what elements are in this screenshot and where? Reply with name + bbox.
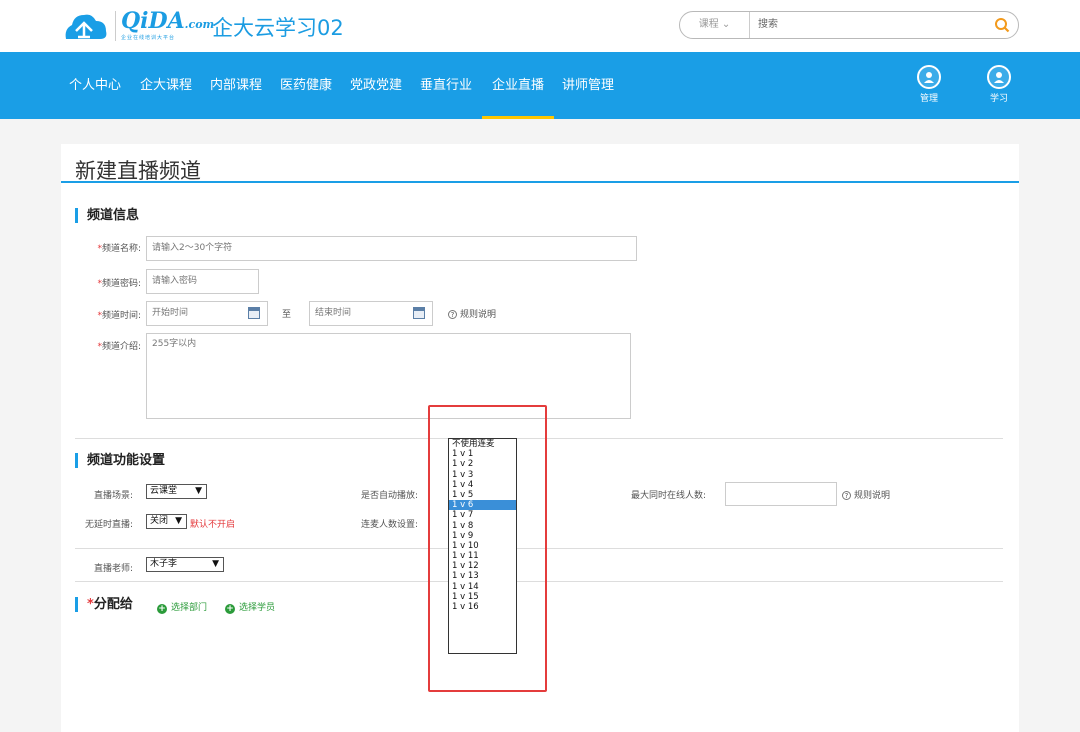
section-assign: *分配给 <box>75 597 133 612</box>
scene-select[interactable]: 云课堂 ▼ <box>146 484 207 499</box>
search-input[interactable]: 搜索 <box>758 12 778 38</box>
autoplay-label: 是否自动播放: <box>361 491 419 501</box>
highlight-box <box>428 405 547 692</box>
channel-name-label-text: 频道名称: <box>101 244 141 254</box>
teacher-value: 木子李 <box>150 559 178 569</box>
nav-item-lecturers[interactable]: 讲师管理 <box>562 52 614 119</box>
select-member-label: 选择学员 <box>239 603 276 613</box>
nav-item-health[interactable]: 医药健康 <box>280 52 332 119</box>
max-online-label: 最大同时在线人数: <box>631 491 707 501</box>
channel-password-label: *频道密码: <box>97 279 141 289</box>
max-online-rule-link[interactable]: ? 规则说明 <box>842 488 890 501</box>
brand-suffix: .com <box>184 18 215 31</box>
time-rule-link[interactable]: ? 规则说明 <box>448 307 496 320</box>
nav-item-live[interactable]: 企业直播 <box>481 52 555 119</box>
nav-item-party[interactable]: 党政党建 <box>350 52 402 119</box>
nav-item-industry[interactable]: 垂直行业 <box>420 52 472 119</box>
question-icon: ? <box>448 310 457 319</box>
nodelay-value: 关闭 <box>150 516 169 526</box>
max-online-rule-text: 规则说明 <box>854 491 891 501</box>
scene-value: 云课堂 <box>150 486 178 496</box>
start-time-input[interactable]: 开始时间 <box>146 301 268 326</box>
brand-tagline: 企业在线培训大平台 <box>121 35 176 41</box>
brand-wordmark: QiDA.com <box>121 8 214 34</box>
channel-name-label: *频道名称: <box>97 244 141 254</box>
select-department-label: 选择部门 <box>171 603 208 613</box>
assign-heading-text: 分配给 <box>93 597 133 612</box>
brand-text: QiDA <box>121 8 185 34</box>
start-time-placeholder: 开始时间 <box>152 308 189 318</box>
admin-icon <box>917 65 941 89</box>
teacher-select[interactable]: 木子李 ▼ <box>146 557 224 572</box>
plus-icon: + <box>225 604 235 614</box>
mic-count-label: 连麦人数设置: <box>361 520 419 530</box>
nodelay-note: 默认不开启 <box>190 520 236 530</box>
section-channel-info: 频道信息 <box>75 208 139 223</box>
question-icon: ? <box>842 491 851 500</box>
channel-intro-textarea[interactable]: 255字以内 <box>146 333 631 419</box>
teacher-label: 直播老师: <box>93 564 133 574</box>
search-bar: 课程 ⌄ 搜索 <box>679 11 1019 39</box>
select-department-button[interactable]: + 选择部门 <box>157 600 207 614</box>
main-nav: 个人中心 企大课程 内部课程 医药健康 党政党建 垂直行业 企业直播 讲师管理 … <box>0 52 1080 119</box>
search-category-label: 课程 <box>698 19 719 30</box>
user-icon <box>987 65 1011 89</box>
channel-time-label-text: 频道时间: <box>101 311 141 321</box>
calendar-icon[interactable] <box>413 307 425 319</box>
nav-item-personal[interactable]: 个人中心 <box>69 52 121 119</box>
channel-time-label: *频道时间: <box>97 311 141 321</box>
nodelay-select[interactable]: 关闭 ▼ <box>146 514 187 529</box>
site-title: 企大云学习02 <box>212 16 344 40</box>
channel-password-label-text: 频道密码: <box>101 279 141 289</box>
logo-separator <box>115 11 116 41</box>
learn-label: 学习 <box>989 94 1008 104</box>
search-icon[interactable] <box>994 17 1010 33</box>
title-divider <box>61 181 1019 183</box>
channel-password-input[interactable]: 请输入密码 <box>146 269 259 294</box>
time-rule-text: 规则说明 <box>460 310 497 320</box>
plus-icon: + <box>157 604 167 614</box>
end-time-placeholder: 结束时间 <box>315 308 352 318</box>
time-to-label: 至 <box>282 310 292 320</box>
nav-item-internal-courses[interactable]: 内部课程 <box>210 52 262 119</box>
admin-button[interactable]: 管理 <box>912 65 946 104</box>
channel-intro-label: *频道介绍: <box>97 342 141 352</box>
learn-button[interactable]: 学习 <box>982 65 1016 104</box>
nav-item-qida-courses[interactable]: 企大课程 <box>140 52 192 119</box>
chevron-down-icon: ▼ <box>195 486 202 496</box>
calendar-icon[interactable] <box>248 307 260 319</box>
search-category-select[interactable]: 课程 ⌄ <box>680 12 750 38</box>
channel-intro-label-text: 频道介绍: <box>101 342 141 352</box>
qida-logo-icon[interactable] <box>62 9 110 43</box>
select-member-button[interactable]: + 选择学员 <box>225 600 275 614</box>
top-header: QiDA.com 企业在线培训大平台 企大云学习02 课程 ⌄ 搜索 <box>0 0 1080 52</box>
chevron-down-icon: ▼ <box>212 559 219 569</box>
scene-label: 直播场景: <box>93 491 133 501</box>
max-online-input[interactable] <box>725 482 837 506</box>
channel-name-input[interactable]: 请输入2～30个字符 <box>146 236 637 261</box>
chevron-down-icon: ▼ <box>175 516 182 526</box>
end-time-input[interactable]: 结束时间 <box>309 301 433 326</box>
admin-label: 管理 <box>919 94 938 104</box>
nodelay-label: 无延时直播: <box>84 520 133 530</box>
section-features: 频道功能设置 <box>75 453 165 468</box>
required-mark: * <box>87 597 94 612</box>
